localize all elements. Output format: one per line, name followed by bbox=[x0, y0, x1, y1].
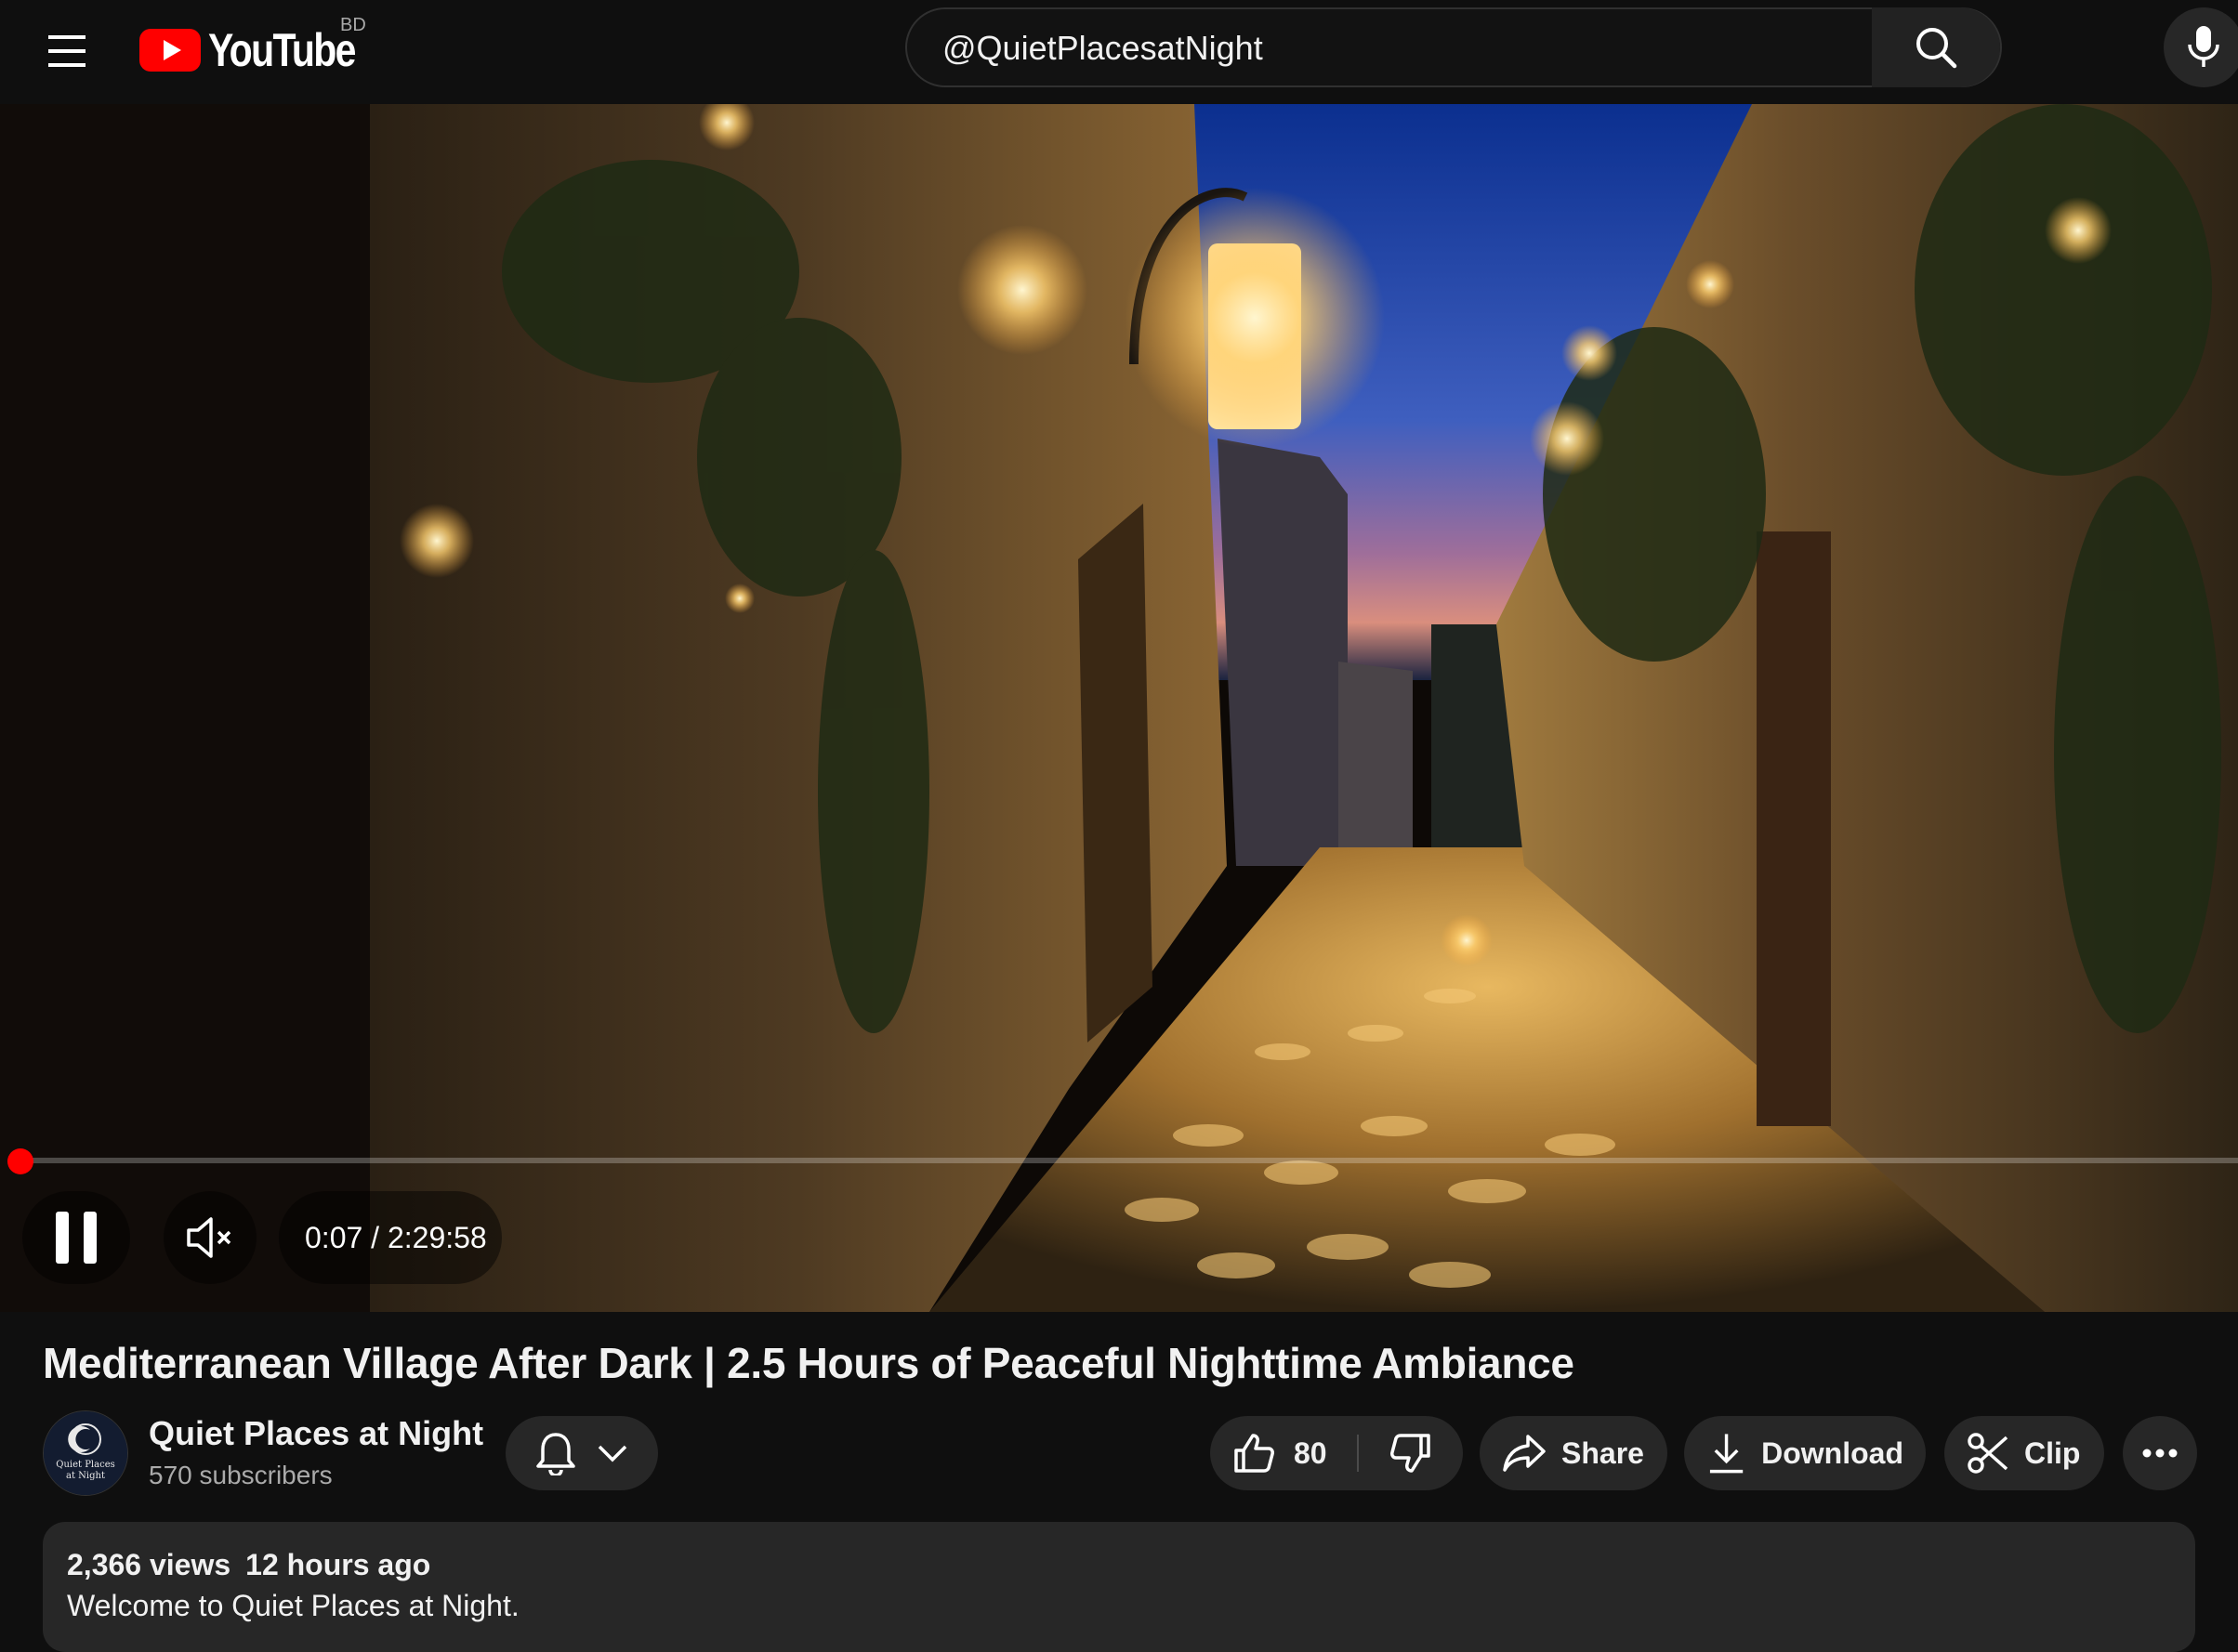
volume-muted-icon bbox=[187, 1217, 231, 1258]
youtube-logo-icon bbox=[139, 29, 201, 72]
share-button[interactable]: Share bbox=[1480, 1416, 1667, 1490]
logo-text: YouTube bbox=[208, 24, 356, 76]
dislike-button[interactable] bbox=[1359, 1416, 1463, 1490]
clip-label: Clip bbox=[2024, 1436, 2081, 1470]
more-icon bbox=[2142, 1449, 2178, 1458]
notifications-button[interactable] bbox=[506, 1416, 658, 1490]
view-count: 2,366 views bbox=[67, 1548, 231, 1581]
search-icon bbox=[1916, 28, 1957, 69]
clip-button[interactable]: Clip bbox=[1944, 1416, 2104, 1490]
video-frame bbox=[0, 104, 2238, 1312]
microphone-icon bbox=[2188, 26, 2219, 67]
avatar-text-1: Quiet Places bbox=[56, 1460, 115, 1470]
search-button[interactable] bbox=[1872, 7, 2000, 87]
thumbs-up-icon bbox=[1234, 1434, 1274, 1473]
subscriber-count: 570 subscribers bbox=[149, 1461, 333, 1489]
progress-scrubber[interactable] bbox=[7, 1148, 33, 1174]
avatar[interactable]: Quiet Places at Night bbox=[43, 1410, 128, 1496]
masthead: YouTube BD bbox=[0, 0, 2238, 104]
channel-name[interactable]: Quiet Places at Night bbox=[149, 1414, 483, 1453]
menu-icon[interactable] bbox=[43, 28, 93, 74]
pause-button[interactable] bbox=[22, 1191, 130, 1284]
video-player[interactable]: 0:07 / 2:29:58 bbox=[0, 104, 2238, 1312]
download-icon bbox=[1709, 1434, 1744, 1474]
more-actions-button[interactable] bbox=[2123, 1416, 2197, 1490]
like-dislike-group: 80 bbox=[1210, 1416, 1463, 1490]
like-count: 80 bbox=[1294, 1436, 1327, 1470]
search-box bbox=[905, 7, 2002, 87]
pause-icon bbox=[56, 1212, 97, 1264]
time-display: 0:07 / 2:29:58 bbox=[305, 1221, 487, 1254]
description-box[interactable]: 2,366 views 12 hours ago Welcome to Quiet… bbox=[43, 1522, 2195, 1652]
video-title: Mediterranean Village After Dark | 2.5 H… bbox=[43, 1339, 1574, 1387]
description-text: Welcome to Quiet Places at Night. bbox=[67, 1589, 520, 1622]
download-label: Download bbox=[1761, 1436, 1903, 1470]
progress-bar[interactable] bbox=[20, 1158, 2238, 1163]
description-meta: 2,366 views 12 hours ago bbox=[67, 1548, 445, 1582]
share-icon bbox=[1503, 1435, 1546, 1472]
chevron-down-icon bbox=[598, 1445, 627, 1462]
search-input[interactable] bbox=[941, 9, 1911, 87]
country-code: BD bbox=[340, 15, 366, 35]
like-button[interactable]: 80 bbox=[1210, 1416, 1357, 1490]
thumbs-down-icon bbox=[1390, 1434, 1430, 1473]
publish-date: 12 hours ago bbox=[245, 1548, 431, 1581]
avatar-text-2: at Night bbox=[66, 1471, 105, 1481]
scissors-icon bbox=[1968, 1433, 2008, 1474]
download-button[interactable]: Download bbox=[1684, 1416, 1926, 1490]
share-label: Share bbox=[1561, 1436, 1644, 1470]
voice-search-button[interactable] bbox=[2164, 7, 2238, 87]
mute-button[interactable] bbox=[164, 1191, 257, 1284]
bell-icon bbox=[536, 1433, 575, 1475]
